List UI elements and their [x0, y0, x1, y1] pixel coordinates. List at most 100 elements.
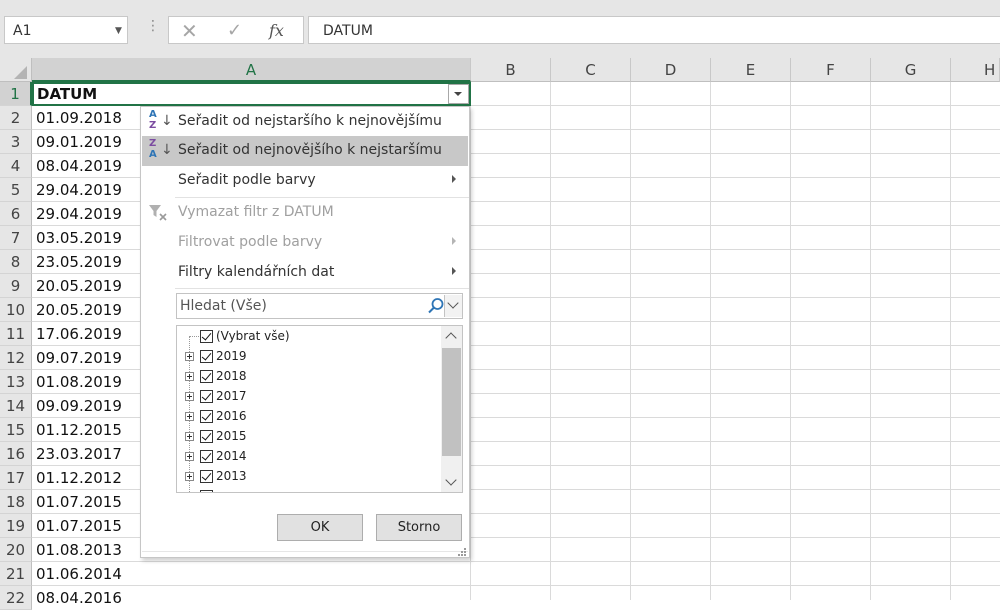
row-header[interactable]: 10 — [0, 298, 32, 322]
checkbox[interactable] — [200, 330, 213, 343]
checkbox[interactable] — [200, 430, 213, 443]
row-header[interactable]: 7 — [0, 226, 32, 250]
row-header[interactable]: 22 — [0, 586, 32, 610]
cell-value[interactable]: 20.05.2019 — [36, 274, 122, 298]
cell-value[interactable]: 20.05.2019 — [36, 298, 122, 322]
expand-plus-icon[interactable] — [185, 492, 194, 493]
scroll-down-button[interactable] — [441, 472, 462, 492]
column-header-e[interactable]: E — [711, 58, 791, 82]
cancel-button[interactable]: Storno — [376, 514, 462, 541]
expand-plus-icon[interactable] — [185, 432, 194, 441]
column-header-g[interactable]: G — [871, 58, 951, 82]
resize-grip-icon[interactable] — [455, 545, 467, 557]
cell-value[interactable]: 09.01.2019 — [36, 130, 122, 154]
cell-value[interactable]: 01.08.2013 — [36, 538, 122, 562]
row-header[interactable]: 6 — [0, 202, 32, 226]
cell-value[interactable]: 01.08.2019 — [36, 370, 122, 394]
cell-value[interactable]: 29.04.2019 — [36, 178, 122, 202]
expand-plus-icon[interactable] — [185, 352, 194, 361]
expand-plus-icon[interactable] — [185, 472, 194, 481]
cell-value[interactable]: 23.05.2019 — [36, 250, 122, 274]
list-item[interactable]: 2016 — [177, 407, 439, 427]
column-header-b[interactable]: B — [471, 58, 551, 82]
row-header[interactable]: 13 — [0, 370, 32, 394]
cell-value[interactable]: 03.05.2019 — [36, 226, 122, 250]
search-dropdown-button[interactable] — [444, 295, 462, 317]
checkbox[interactable] — [200, 350, 213, 363]
row-header[interactable]: 15 — [0, 418, 32, 442]
close-icon[interactable]: ✕ — [181, 19, 198, 43]
cell-value[interactable]: 09.09.2019 — [36, 394, 122, 418]
row-header[interactable]: 18 — [0, 490, 32, 514]
list-item-partial[interactable] — [177, 487, 439, 493]
checkbox[interactable] — [200, 470, 213, 483]
ok-button[interactable]: OK — [277, 514, 363, 541]
cell-value[interactable]: 08.04.2016 — [36, 586, 122, 610]
cell-value[interactable]: 01.12.2012 — [36, 466, 122, 490]
list-item[interactable]: 2015 — [177, 427, 439, 447]
list-item[interactable]: (Vybrat vše) — [177, 327, 439, 347]
cell-value[interactable]: 01.12.2015 — [36, 418, 122, 442]
row-header[interactable]: 14 — [0, 394, 32, 418]
autofilter-button[interactable] — [448, 84, 469, 104]
date-filters-item[interactable]: Filtry kalendářních dat — [142, 258, 468, 288]
name-box[interactable]: A1 ▼ — [4, 16, 128, 44]
search-icon[interactable] — [427, 297, 445, 315]
list-item[interactable]: 2013 — [177, 467, 439, 487]
row-header[interactable]: 4 — [0, 154, 32, 178]
formula-input[interactable]: DATUM — [308, 16, 1000, 44]
cell-value[interactable]: 08.04.2019 — [36, 154, 122, 178]
row-header[interactable]: 19 — [0, 514, 32, 538]
cell-value[interactable]: 01.09.2018 — [36, 106, 122, 130]
checkbox[interactable] — [200, 450, 213, 463]
column-header-f[interactable]: F — [791, 58, 871, 82]
row-header[interactable]: 5 — [0, 178, 32, 202]
expand-plus-icon[interactable] — [185, 372, 194, 381]
column-header-a[interactable]: A — [32, 58, 471, 82]
sort-ascending-item[interactable]: A Z ↓ Seřadit od nejstaršího k nejnovějš… — [142, 107, 468, 137]
expand-plus-icon[interactable] — [185, 392, 194, 401]
list-item[interactable]: 2019 — [177, 347, 439, 367]
column-header-h[interactable]: H — [951, 58, 1000, 82]
scroll-up-button[interactable] — [441, 326, 462, 346]
row-header[interactable]: 16 — [0, 442, 32, 466]
row-header[interactable]: 3 — [0, 130, 32, 154]
row-header[interactable]: 12 — [0, 346, 32, 370]
cell-value[interactable]: 01.07.2015 — [36, 490, 122, 514]
list-item[interactable]: 2017 — [177, 387, 439, 407]
row-header[interactable]: 17 — [0, 466, 32, 490]
checkbox[interactable] — [200, 490, 213, 492]
cell-value[interactable]: 23.03.2017 — [36, 442, 122, 466]
column-header-c[interactable]: C — [551, 58, 631, 82]
row-header[interactable]: 9 — [0, 274, 32, 298]
chevron-down-icon[interactable]: ▼ — [115, 26, 122, 36]
row-header[interactable]: 2 — [0, 106, 32, 130]
vertical-scrollbar[interactable] — [441, 326, 462, 492]
search-input[interactable] — [178, 295, 422, 317]
select-all-button[interactable] — [0, 58, 32, 82]
checkbox[interactable] — [200, 390, 213, 403]
row-header[interactable]: 21 — [0, 562, 32, 586]
cell-value[interactable]: 01.06.2014 — [36, 562, 122, 586]
row-header[interactable]: 20 — [0, 538, 32, 562]
cell-value[interactable]: 09.07.2019 — [36, 346, 122, 370]
cell-value[interactable]: 29.04.2019 — [36, 202, 122, 226]
checkmark-icon[interactable]: ✓ — [227, 20, 242, 41]
row-header[interactable]: 11 — [0, 322, 32, 346]
sort-by-color-item[interactable]: Seřadit podle barvy — [142, 166, 468, 196]
expand-plus-icon[interactable] — [185, 452, 194, 461]
scrollbar-thumb[interactable] — [442, 348, 461, 456]
fx-icon[interactable]: fx — [269, 21, 284, 40]
checkbox[interactable] — [200, 410, 213, 423]
list-item[interactable]: 2018 — [177, 367, 439, 387]
checkbox[interactable] — [200, 370, 213, 383]
sort-descending-item[interactable]: Z A ↓ Seřadit od nejnovějšího k nejstarš… — [142, 136, 468, 166]
expand-plus-icon[interactable] — [185, 412, 194, 421]
column-header-d[interactable]: D — [631, 58, 711, 82]
list-item[interactable]: 2014 — [177, 447, 439, 467]
cell-value[interactable]: 17.06.2019 — [36, 322, 122, 346]
cell-a1[interactable]: DATUM — [32, 82, 471, 106]
row-header[interactable]: 8 — [0, 250, 32, 274]
row-header[interactable]: 1 — [0, 82, 32, 106]
cell-value[interactable]: 01.07.2015 — [36, 514, 122, 538]
